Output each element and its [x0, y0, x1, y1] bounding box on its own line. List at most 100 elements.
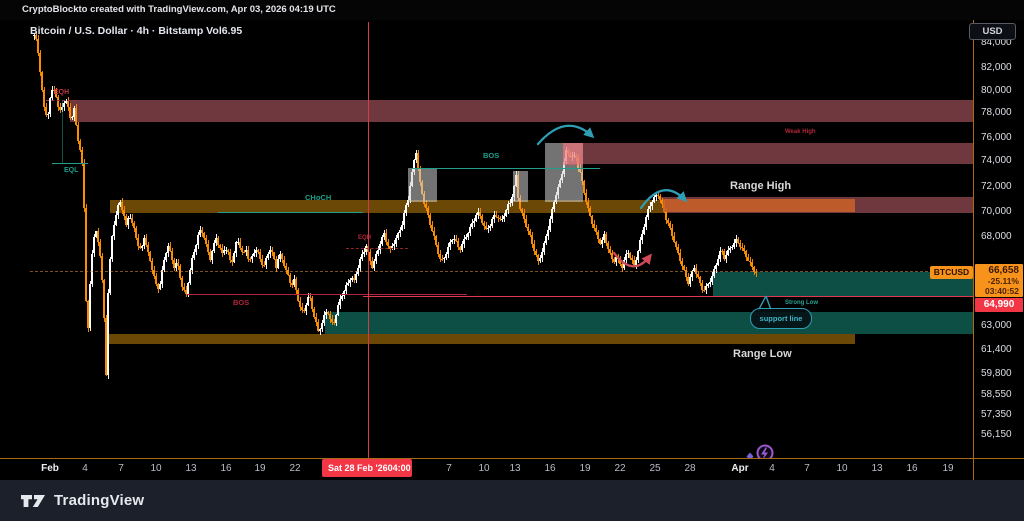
weak-high-supply-zone[interactable] — [563, 143, 973, 164]
candle — [585, 193, 587, 202]
candle — [39, 53, 41, 72]
order-block-1[interactable] — [408, 168, 437, 202]
candle — [715, 265, 717, 269]
candle — [679, 253, 681, 262]
eqh-minor-line[interactable] — [346, 248, 408, 249]
candle — [181, 278, 183, 287]
bos-bearish-line[interactable] — [187, 294, 467, 295]
candle — [341, 296, 343, 299]
time-tick: 19 — [931, 463, 965, 474]
candle — [725, 255, 727, 259]
chart-area[interactable]: EQHEQLCHoCHBOSBOSEQHWeak HighStrong LowR… — [0, 0, 1024, 521]
candle — [165, 253, 167, 259]
candle — [539, 258, 541, 261]
candle — [377, 250, 379, 254]
candle — [639, 240, 641, 250]
candle — [707, 284, 709, 286]
candle — [47, 114, 49, 115]
strong-low-line[interactable] — [363, 296, 973, 297]
candle — [149, 252, 151, 262]
time-marker-label[interactable]: Sat 28 Feb '26 04:00 — [322, 459, 412, 477]
time-tick: 22 — [278, 463, 312, 474]
candle — [503, 216, 505, 219]
candle — [347, 283, 349, 285]
range-low-band[interactable] — [108, 334, 855, 344]
eqh-line[interactable] — [46, 100, 76, 101]
candle — [313, 309, 315, 317]
candle — [253, 253, 255, 256]
curved-arrow-breakout[interactable] — [538, 126, 592, 144]
candle — [207, 244, 209, 252]
candle — [319, 329, 321, 331]
drawing-overlay — [0, 0, 1024, 521]
candle — [553, 202, 555, 208]
currency-toggle-button[interactable]: USD — [969, 23, 1016, 40]
candle — [349, 280, 351, 283]
order-block-2[interactable] — [513, 171, 528, 202]
eq-connector[interactable] — [62, 100, 63, 163]
candle — [635, 260, 637, 265]
candle — [461, 244, 463, 249]
choch-line[interactable] — [218, 212, 363, 213]
candle — [463, 239, 465, 245]
candle — [665, 212, 667, 220]
tradingview-logo[interactable] — [20, 492, 46, 510]
candle — [689, 277, 691, 284]
candle — [445, 254, 447, 258]
price-tick: 80,000 — [981, 85, 1012, 96]
footer-bar: TradingView — [0, 480, 1024, 521]
choch-label: CHoCH — [305, 194, 331, 202]
time-tick: 10 — [139, 463, 173, 474]
current-price-line[interactable] — [30, 271, 973, 272]
candle — [583, 181, 585, 193]
candle — [625, 254, 627, 260]
candle — [191, 258, 193, 270]
candle — [473, 221, 475, 223]
eql-line[interactable] — [52, 163, 88, 164]
time-tick: 13 — [498, 463, 532, 474]
demand-zone-lower[interactable] — [325, 312, 973, 334]
chart-title: Bitcoin / U.S. Dollar · 4h · Bitstamp Vo… — [30, 25, 242, 37]
candle — [107, 293, 109, 374]
candle — [727, 250, 729, 256]
bar-countdown: 03:40:52 — [975, 286, 1019, 296]
candle — [265, 258, 267, 266]
candle — [345, 285, 347, 291]
time-tick: 4 — [68, 463, 102, 474]
candle — [339, 299, 341, 305]
candle — [103, 280, 105, 318]
candle — [121, 202, 123, 210]
candle — [643, 227, 645, 234]
candle — [323, 315, 325, 323]
candle — [229, 252, 231, 260]
candle — [321, 323, 323, 329]
candle — [337, 305, 339, 315]
price-tick: 58,550 — [981, 389, 1012, 400]
candle — [145, 238, 147, 245]
candle — [403, 213, 405, 225]
candle — [235, 242, 237, 253]
price-tick: 76,000 — [981, 132, 1012, 143]
candle — [671, 228, 673, 236]
candle — [501, 219, 503, 220]
supply-flip-box[interactable] — [563, 143, 583, 165]
bos-bullish-line[interactable] — [412, 168, 600, 169]
candle — [159, 284, 161, 289]
range-high-overlay[interactable] — [663, 199, 855, 212]
price-tick: 70,000 — [981, 206, 1012, 217]
price-tick: 63,000 — [981, 320, 1012, 331]
candle — [435, 236, 437, 245]
time-tick: 10 — [467, 463, 501, 474]
last-price-value: 66,658 — [975, 265, 1019, 276]
candle — [117, 205, 119, 215]
supply-zone-top[interactable] — [70, 100, 973, 122]
candle — [267, 254, 269, 257]
candle — [97, 231, 99, 242]
candle — [115, 215, 117, 225]
candle — [305, 305, 307, 311]
candle — [711, 276, 713, 282]
support-line-callout[interactable]: support line — [750, 308, 812, 329]
range-high-label: Range High — [730, 181, 791, 192]
candle — [471, 223, 473, 227]
candle — [283, 260, 285, 267]
